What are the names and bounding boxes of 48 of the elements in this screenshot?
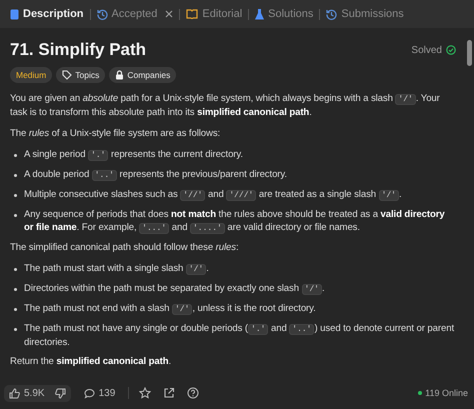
list-item-text: The path must not have any single or double periods ( '.' and '..' ) used to denote current or parent directories. — [24, 322, 456, 349]
close-icon[interactable] — [165, 10, 174, 18]
document-icon — [10, 8, 19, 20]
list-item-text: The path must start with a single slash '/' . — [24, 262, 209, 276]
problem-title: 71. Simplify Path — [10, 40, 148, 60]
online-dot — [418, 391, 422, 395]
tag-button[interactable]: Topics — [56, 67, 106, 83]
list-item-text: Multiple consecutive slashes such as '//' and '///' are treated as a single slash '/' . — [24, 188, 402, 202]
bullet — [14, 194, 17, 197]
list-item-text: Any sequence of periods that does not match the rules above should be treated as a valid directory or file name. For example, '...' and '....' are valid directory or file names. — [24, 208, 446, 235]
thumbs-down-icon — [54, 388, 66, 398]
bullet — [14, 154, 17, 157]
history-icon — [96, 8, 108, 20]
list-item-text: A single period '.' represents the current directory. — [24, 148, 243, 162]
history-icon — [326, 8, 338, 20]
online-count: 119 Online — [425, 388, 468, 398]
tab[interactable]: Accepted — [90, 5, 180, 23]
paragraph: The simplified canonical path should follow these rules: — [10, 241, 240, 254]
check-circle-icon — [446, 45, 456, 55]
bullet — [14, 328, 17, 331]
tab[interactable]: Submissions — [320, 5, 410, 23]
tab[interactable]: Description — [4, 5, 90, 23]
paragraph: Return the simplified canonical path. — [10, 355, 172, 368]
like-button[interactable]: 5.9K — [4, 384, 50, 402]
help-icon[interactable] — [185, 385, 202, 401]
comment-icon — [84, 388, 95, 398]
solved-status: Solved — [411, 44, 442, 56]
bullet — [14, 174, 17, 177]
tab[interactable]: Editorial — [180, 5, 248, 23]
list-item-text: A double period '..' represents the previous/parent directory. — [24, 168, 287, 182]
star-icon[interactable] — [137, 385, 154, 401]
tag-button[interactable]: Companies — [109, 67, 176, 83]
comments-button[interactable]: 139 — [78, 384, 120, 402]
tab[interactable]: Solutions — [249, 5, 320, 23]
book-icon — [186, 9, 198, 19]
difficulty-badge: Medium — [10, 67, 52, 83]
lock-icon — [115, 70, 124, 80]
thumbs-up-icon — [9, 388, 20, 398]
tag-icon — [62, 70, 72, 80]
list-item-text: The path must not end with a slash '/' , unless it is the root directory. — [24, 302, 316, 316]
bullet — [14, 268, 17, 271]
bullet — [14, 288, 17, 291]
flask-icon — [255, 8, 264, 20]
paragraph: The rules of a Unix-style file system are as follows: — [10, 127, 222, 140]
bullet — [14, 308, 17, 311]
paragraph: You are given an absolute path for a Unix-style file system, which always begins with a slash '/' . Your task is to transform this absolute path into its simplified canonical path. — [10, 92, 441, 119]
list-item-text: Directories within the path must be separated by exactly one slash '/' . — [24, 282, 325, 296]
bullet — [14, 214, 17, 217]
